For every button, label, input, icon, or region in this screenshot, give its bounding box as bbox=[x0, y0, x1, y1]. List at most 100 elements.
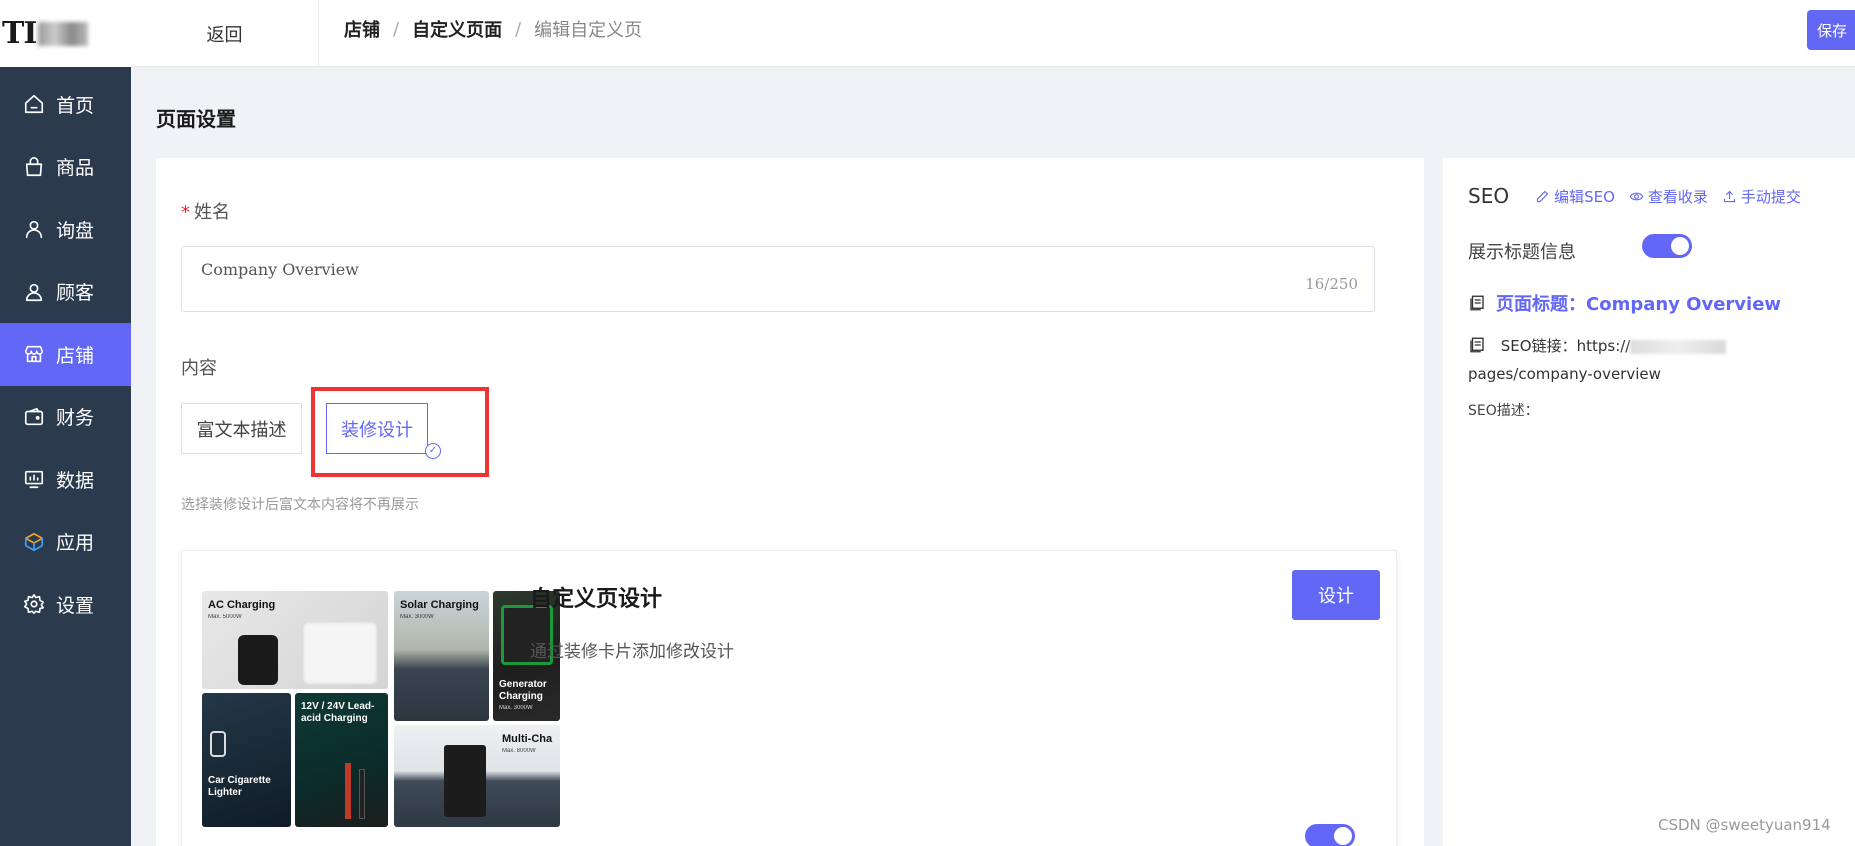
sidebar-item-label: 设置 bbox=[56, 594, 95, 617]
eye-icon bbox=[1629, 192, 1644, 200]
manual-submit-label: 手动提交 bbox=[1740, 187, 1801, 206]
wallet-icon bbox=[22, 405, 46, 429]
seo-description-label: SEO描述： bbox=[1468, 403, 1539, 419]
preview-tile-lead-acid: 12V / 24V Lead-acid Charging bbox=[295, 693, 388, 827]
sidebar-item-label: 顾客 bbox=[56, 282, 95, 305]
tile-subtitle: Max. 3000W bbox=[499, 705, 533, 711]
shopping-bag-icon bbox=[22, 155, 46, 179]
customer-icon bbox=[22, 280, 46, 304]
breadcrumb-current: 编辑自定义页 bbox=[534, 20, 643, 41]
seo-title: SEO bbox=[1468, 184, 1510, 208]
show-title-toggle[interactable] bbox=[1642, 234, 1692, 258]
content-label: 内容 bbox=[181, 358, 217, 379]
seo-url-prefix: SEO链接：https:// bbox=[1500, 337, 1631, 355]
name-input-value: Company Overview bbox=[201, 260, 359, 279]
tile-subtitle: Max. 8000W bbox=[502, 748, 536, 755]
socket-graphic bbox=[302, 621, 378, 685]
design-preview-image: AC Charging Max. 5000W Solar Charging Max.… bbox=[202, 591, 560, 827]
breadcrumb-custom-pages[interactable]: 自定义页面 bbox=[412, 16, 502, 42]
preview-tile-multi: Multi-Cha Max. 8000W bbox=[394, 725, 560, 827]
monitor-chart-icon bbox=[22, 467, 46, 491]
back-button[interactable]: 返回 bbox=[131, 0, 319, 67]
rich-text-option[interactable]: 富文本描述 bbox=[181, 403, 302, 454]
user-icon bbox=[22, 217, 46, 241]
edit-seo-link[interactable]: 编辑SEO bbox=[1535, 186, 1615, 207]
check-circle-icon: ✓ bbox=[425, 443, 441, 459]
preview-tile-car: Car Cigarette Lighter bbox=[202, 693, 291, 827]
breadcrumb: 店铺 / 自定义页面 / 编辑自定义页 bbox=[344, 16, 642, 42]
name-input[interactable]: Company Overview 16/250 bbox=[181, 246, 1375, 312]
seo-header: SEO 编辑SEO 查看收录 手动提交 bbox=[1468, 184, 1815, 208]
name-label: * 姓名 bbox=[181, 198, 230, 224]
sidebar: TI 首页 商品 询盘 顾客 店铺 财务 数据 应用 设置 bbox=[0, 0, 131, 846]
breadcrumb-separator: / bbox=[515, 18, 522, 40]
seo-url-suffix: pages/company-overview bbox=[1468, 365, 1661, 383]
tile-title: 12V / 24V Lead-acid Charging bbox=[301, 701, 375, 724]
view-indexing-label: 查看收录 bbox=[1647, 187, 1708, 206]
tile-subtitle: Max. 3000W bbox=[400, 614, 434, 621]
logo-text: TI bbox=[2, 16, 37, 51]
sidebar-item-data[interactable]: 数据 bbox=[0, 448, 131, 511]
manual-submit-link[interactable]: 手动提交 bbox=[1722, 186, 1801, 207]
tile-title-text: Generator Charging bbox=[499, 679, 547, 702]
home-icon bbox=[22, 92, 46, 116]
sidebar-item-apps[interactable]: 应用 bbox=[0, 511, 131, 574]
tile-subtitle: Max. 5000W bbox=[208, 614, 242, 621]
document-icon bbox=[1470, 337, 1484, 353]
seo-panel: SEO 编辑SEO 查看收录 手动提交 展示标题信息 页面标题：Company … bbox=[1443, 158, 1855, 846]
design-option[interactable]: 装修设计 ✓ bbox=[326, 403, 441, 459]
save-button[interactable]: 保存 bbox=[1807, 10, 1855, 50]
breadcrumb-store[interactable]: 店铺 bbox=[344, 16, 380, 42]
sidebar-item-label: 数据 bbox=[56, 469, 95, 492]
design-description: 通过装修卡片添加修改设计 bbox=[530, 642, 734, 662]
sidebar-item-label: 店铺 bbox=[56, 344, 95, 367]
name-label-text: 姓名 bbox=[194, 202, 230, 223]
design-button[interactable]: 设计 bbox=[1292, 570, 1380, 620]
sidebar-nav: 首页 商品 询盘 顾客 店铺 财务 数据 应用 设置 bbox=[0, 67, 131, 636]
name-char-count: 16/250 bbox=[1305, 275, 1358, 293]
battery-graphic bbox=[444, 745, 486, 817]
sidebar-item-settings[interactable]: 设置 bbox=[0, 573, 131, 636]
design-enable-toggle[interactable] bbox=[1305, 824, 1355, 846]
logo[interactable]: TI bbox=[0, 0, 131, 67]
tile-title: Generator Charging Max. 3000W bbox=[499, 679, 560, 712]
page-settings-card: * 姓名 Company Overview 16/250 内容 富文本描述 装修设… bbox=[156, 158, 1424, 846]
tile-title-text: AC Charging bbox=[208, 599, 276, 611]
sidebar-item-label: 首页 bbox=[56, 94, 95, 117]
plug-graphic bbox=[238, 635, 278, 685]
upload-icon bbox=[1723, 190, 1735, 202]
view-indexing-link[interactable]: 查看收录 bbox=[1629, 186, 1708, 207]
page-title: 页面设置 bbox=[156, 107, 236, 131]
sidebar-item-home[interactable]: 首页 bbox=[0, 73, 131, 136]
preview-tile-solar: Solar Charging Max. 3000W bbox=[394, 591, 489, 721]
sidebar-item-label: 财务 bbox=[56, 407, 95, 430]
tile-title-text: Multi-Cha bbox=[502, 733, 553, 745]
required-mark: * bbox=[181, 202, 190, 223]
show-title-label: 展示标题信息 bbox=[1468, 242, 1576, 263]
tile-title: AC Charging Max. 5000W bbox=[208, 599, 275, 621]
sidebar-item-store[interactable]: 店铺 bbox=[0, 323, 131, 386]
breadcrumb-separator: / bbox=[393, 18, 400, 40]
tile-title-text: Solar Charging bbox=[400, 599, 479, 611]
tile-title: Solar Charging Max. 3000W bbox=[400, 599, 479, 621]
tile-title: Multi-Cha Max. 8000W bbox=[502, 733, 552, 755]
sidebar-item-label: 商品 bbox=[56, 157, 95, 180]
pencil-icon bbox=[1537, 190, 1549, 202]
sidebar-item-inquiries[interactable]: 询盘 bbox=[0, 198, 131, 261]
sidebar-item-finance[interactable]: 财务 bbox=[0, 386, 131, 449]
seo-url: SEO链接：https:// pages/company-overview bbox=[1468, 332, 1838, 388]
cube-icon bbox=[22, 530, 46, 554]
seo-page-title: 页面标题：Company Overview bbox=[1468, 290, 1781, 316]
seo-page-title-text: 页面标题：Company Overview bbox=[1496, 294, 1782, 315]
red-clip-graphic bbox=[345, 763, 351, 819]
logo-blurred-part bbox=[38, 21, 89, 46]
black-clip-graphic bbox=[359, 769, 365, 819]
watermark: CSDN @sweetyuan914 bbox=[1658, 816, 1831, 834]
sidebar-item-customers[interactable]: 顾客 bbox=[0, 261, 131, 324]
gear-icon bbox=[22, 592, 46, 616]
content-hint: 选择装修设计后富文本内容将不再展示 bbox=[181, 497, 419, 513]
top-bar: 返回 店铺 / 自定义页面 / 编辑自定义页 保存 bbox=[131, 0, 1855, 67]
design-card: AC Charging Max. 5000W Solar Charging Max.… bbox=[181, 550, 1397, 846]
sidebar-item-products[interactable]: 商品 bbox=[0, 136, 131, 199]
car-charger-graphic bbox=[210, 731, 226, 757]
